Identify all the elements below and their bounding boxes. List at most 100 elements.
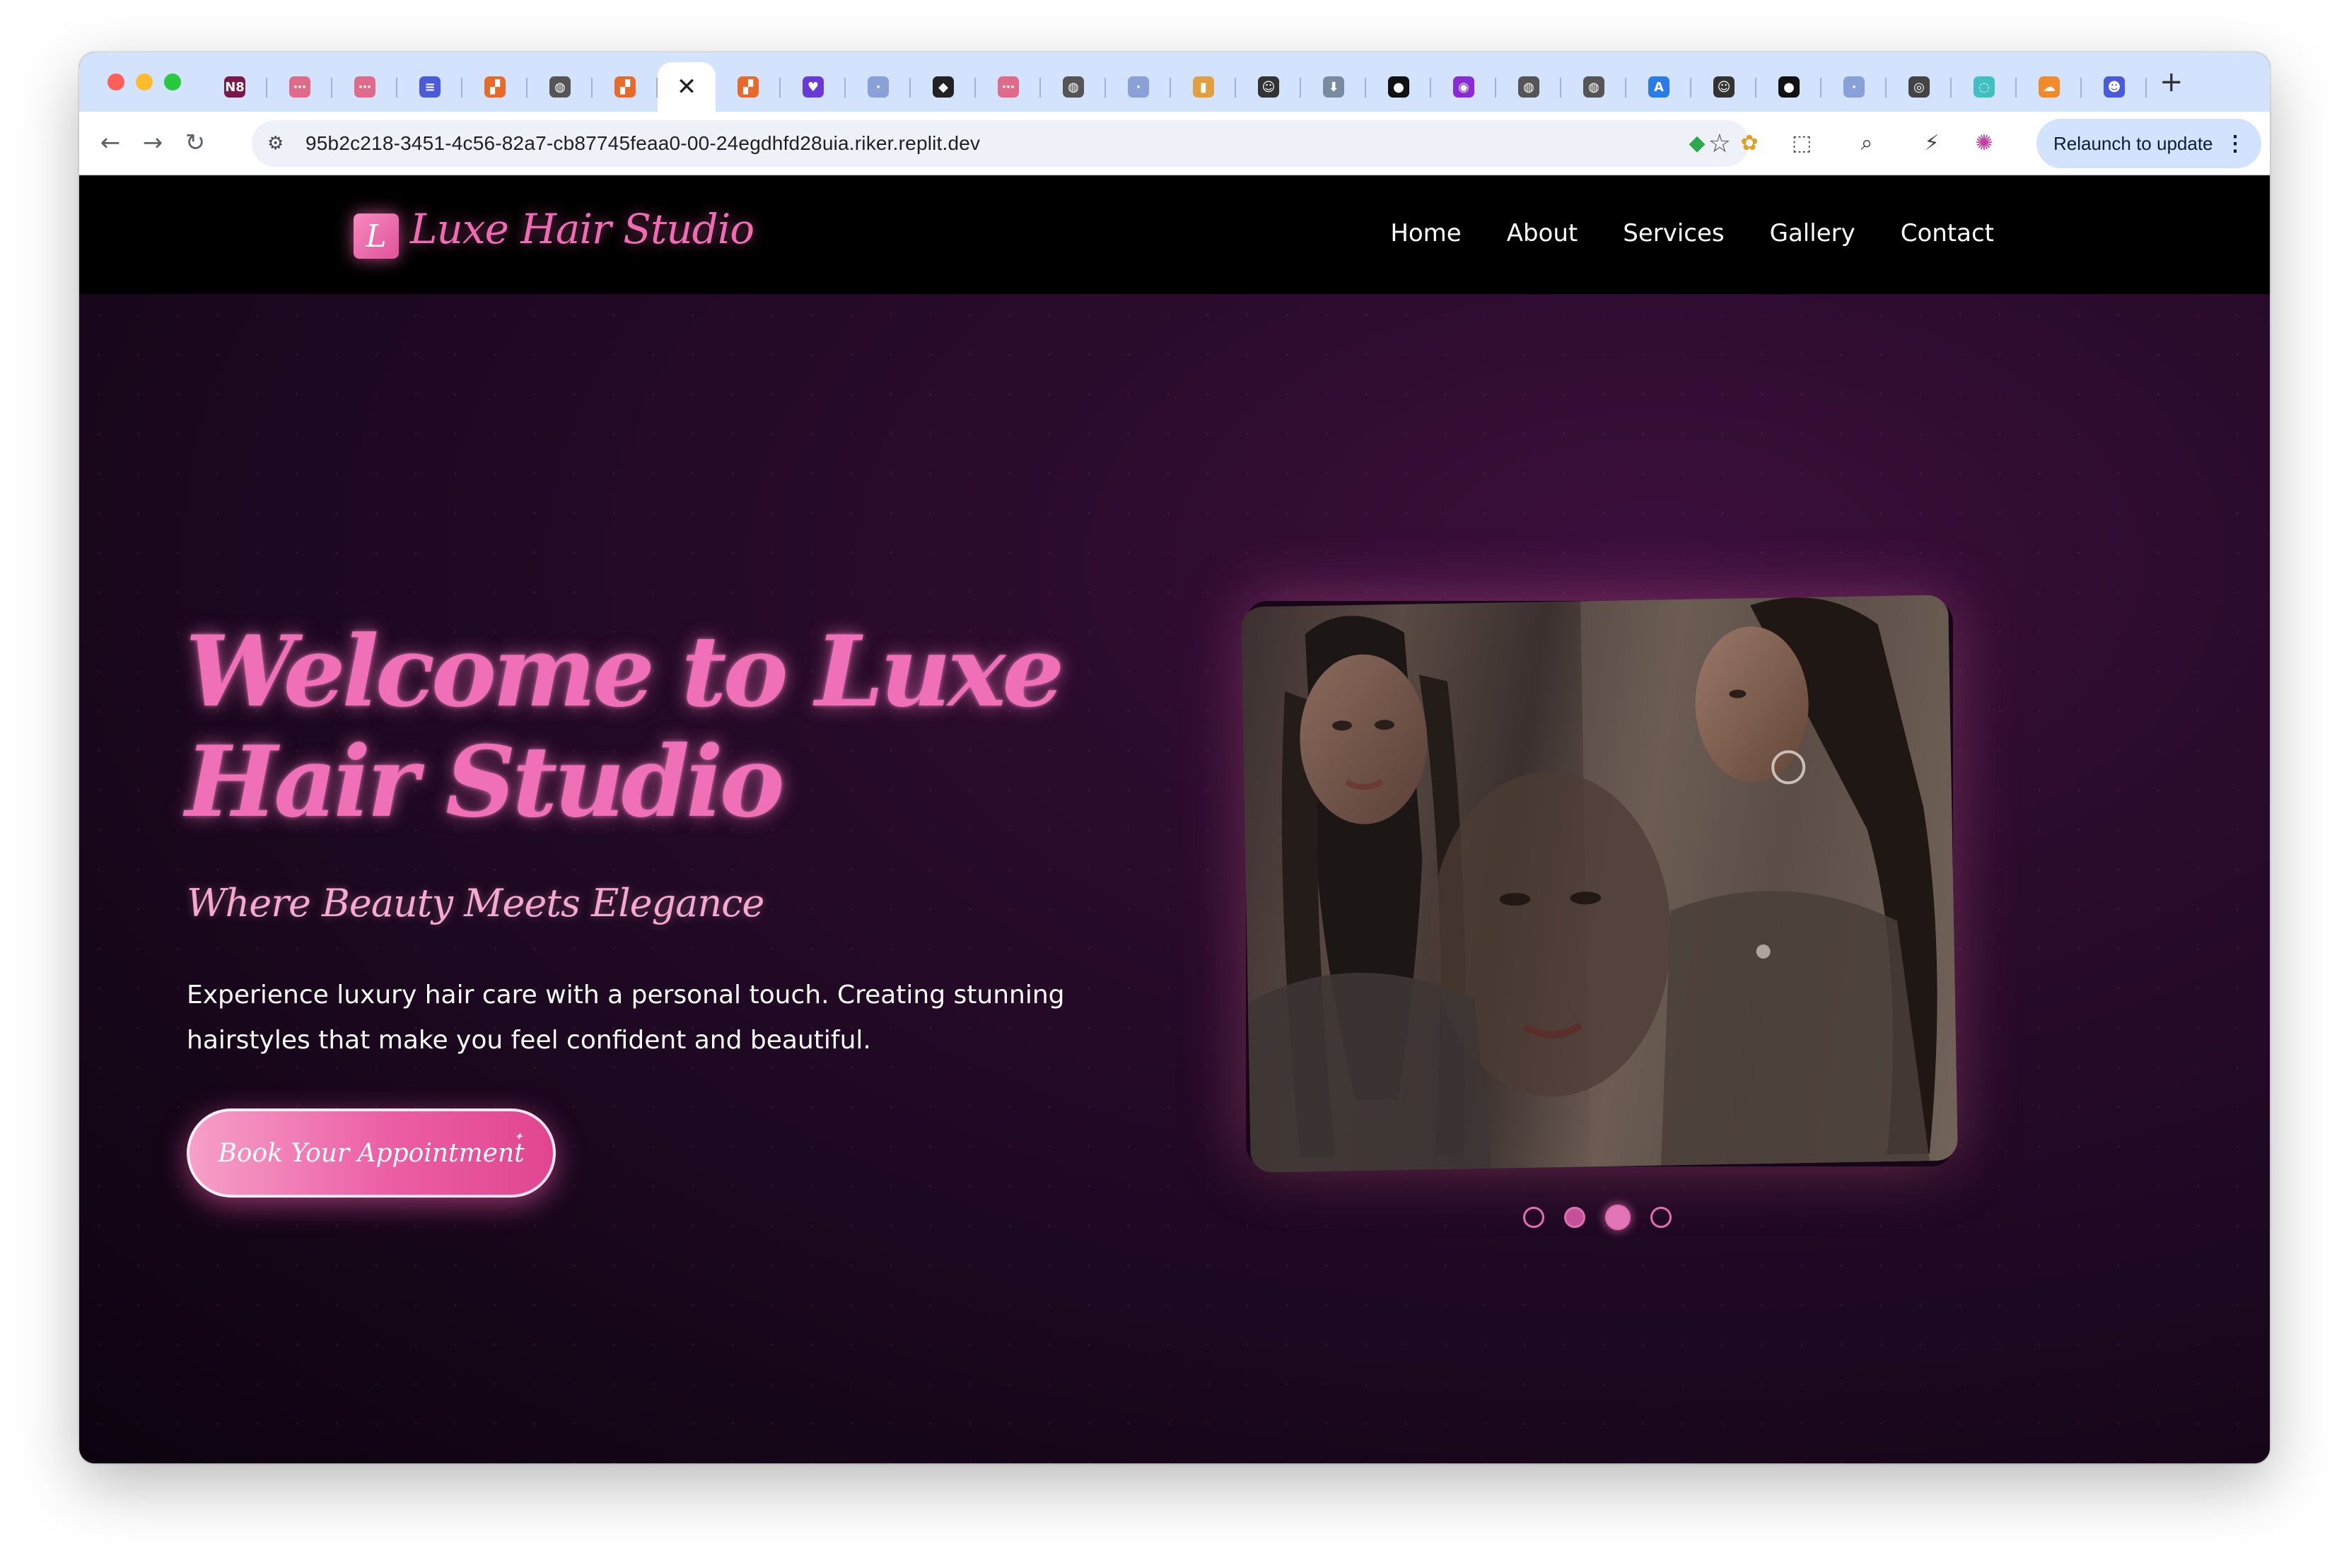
github-icon: ●	[1778, 76, 1800, 98]
browser-tab[interactable]: ◎	[1887, 62, 1952, 112]
browser-window: N8 ⋯ ⋯ ≡ ▞ ◍ ▞ ✕ ▞ ♥ · ◆ ⋯ ◍ · ▮ ☺ ⬇ ● ◉ ◍ ◍ A ☺ ● · ◎ ◌ ☁ ☻ + ← → ↻ …	[79, 52, 2270, 1463]
site-settings-icon[interactable]: ⚙	[267, 133, 296, 154]
browser-tab[interactable]: ▮	[1171, 62, 1236, 112]
extensions-puzzle-icon[interactable]: ⬚	[1783, 122, 1820, 164]
browser-tab[interactable]: ●	[1366, 62, 1431, 112]
extension-maps-icon[interactable]: ◆	[1679, 122, 1715, 164]
carousel-dot[interactable]	[1523, 1207, 1544, 1228]
nav-link-services[interactable]: Services	[1623, 219, 1724, 247]
browser-tab[interactable]: A	[1626, 62, 1691, 112]
chrome-icon: ◎	[1908, 76, 1930, 98]
browser-tab[interactable]: ☺	[1236, 62, 1301, 112]
tab-strip: N8 ⋯ ⋯ ≡ ▞ ◍ ▞ ✕ ▞ ♥ · ◆ ⋯ ◍ · ▮ ☺ ⬇ ● ◉ ◍ ◍ A ☺ ● · ◎ ◌ ☁ ☻ +	[79, 52, 2270, 112]
make-icon: ▞	[614, 76, 636, 98]
book-appointment-label: Book Your Appointment	[218, 1138, 525, 1168]
browser-tab[interactable]: ⋯	[976, 62, 1041, 112]
hero-image-braided-models	[1241, 595, 1958, 1173]
carousel-dot[interactable]	[1564, 1207, 1585, 1228]
relaunch-label: Relaunch to update	[2053, 132, 2213, 154]
browser-tab[interactable]: ·	[846, 62, 911, 112]
nav-link-gallery[interactable]: Gallery	[1770, 219, 1855, 247]
download-icon: ⬇	[1323, 76, 1344, 98]
avatar-icon: ☺	[1713, 76, 1735, 98]
book-appointment-button[interactable]: Book Your Appointment ✦	[187, 1108, 556, 1198]
mask-icon: ◆	[933, 76, 954, 98]
performance-icon[interactable]: ⚡	[1913, 122, 1950, 164]
github-icon: ●	[1388, 76, 1409, 98]
heart-shield-icon: ♥	[803, 76, 824, 98]
workflow-icon: ⋯	[998, 76, 1019, 98]
browser-tab[interactable]: ◍	[1496, 62, 1561, 112]
browser-tab[interactable]: ≡	[397, 62, 462, 112]
browser-tab[interactable]: ▞	[593, 62, 658, 112]
carousel-dot[interactable]	[1650, 1207, 1672, 1228]
dot-icon: ·	[868, 76, 889, 98]
back-icon[interactable]: ←	[89, 122, 132, 164]
browser-tab[interactable]: ●	[1756, 62, 1822, 112]
cloudflare-icon: ☁	[2039, 76, 2060, 98]
browser-tab[interactable]: ▞	[716, 62, 781, 112]
url-text[interactable]: 95b2c218-3451-4c56-82a7-cb87745feaa0-00-…	[305, 132, 980, 155]
browser-tab[interactable]: N8	[202, 62, 267, 112]
window-controls	[107, 74, 181, 90]
hero-photo-illustration	[1247, 595, 1958, 1173]
browser-tab[interactable]: ⋯	[332, 62, 397, 112]
browser-tab[interactable]: ⋯	[267, 62, 332, 112]
browser-tab[interactable]: ◉	[1431, 62, 1496, 112]
carousel-indicators	[1523, 1205, 1672, 1230]
workflow-icon: ⋯	[289, 76, 310, 98]
website-viewport: L Luxe Hair Studio Home About Services G…	[79, 177, 2270, 1463]
browser-tab[interactable]: ☁	[2017, 62, 2082, 112]
browser-tab[interactable]: ☻	[2082, 62, 2147, 112]
leaf-icon: ◌	[1974, 76, 1995, 98]
browser-tab[interactable]: ·	[1106, 62, 1171, 112]
close-window-button[interactable]	[107, 74, 124, 90]
n8n-icon: N8	[224, 76, 245, 98]
browser-toolbar: ← → ↻ ⚙ 95b2c218-3451-4c56-82a7-cb87745f…	[79, 112, 2270, 175]
browser-tab[interactable]: ◌	[1952, 62, 2017, 112]
new-tab-button[interactable]: +	[2159, 66, 2184, 98]
nav-links: Home About Services Gallery Contact	[1390, 219, 1994, 247]
nav-link-home[interactable]: Home	[1390, 219, 1461, 247]
carousel-dot-active[interactable]	[1605, 1205, 1631, 1230]
globe-icon: ◍	[549, 76, 571, 98]
nav-link-about[interactable]: About	[1507, 219, 1578, 247]
menu-dots-icon[interactable]: ⋮	[2225, 131, 2246, 156]
dot-icon: ·	[1128, 76, 1149, 98]
address-bar[interactable]: ⚙ 95b2c218-3451-4c56-82a7-cb87745feaa0-0…	[252, 120, 1749, 167]
browser-tab[interactable]: ·	[1822, 62, 1887, 112]
browser-tab[interactable]: ♥	[781, 62, 846, 112]
browser-tab[interactable]: ⬇	[1301, 62, 1366, 112]
globe-icon: ◍	[1063, 76, 1084, 98]
reload-icon[interactable]: ↻	[174, 122, 216, 164]
globe-icon: ◍	[1583, 76, 1604, 98]
sparkle-icon: ✦	[513, 1130, 523, 1143]
logo-text[interactable]: Luxe Hair Studio	[410, 205, 754, 253]
extensions-row: ◆ ✿ ⬚ ⌕ ⚡ ✺	[1679, 122, 2003, 164]
profile-avatar-icon[interactable]: ✺	[1966, 122, 2003, 164]
minimize-window-button[interactable]	[136, 74, 153, 90]
hero-image-frame	[1241, 595, 1958, 1173]
relaunch-button[interactable]: Relaunch to update ⋮	[2036, 119, 2261, 168]
browser-tab[interactable]: ◍	[527, 62, 593, 112]
maximize-window-button[interactable]	[164, 74, 181, 90]
close-icon[interactable]: ✕	[677, 73, 697, 101]
globe-icon: ◍	[1518, 76, 1539, 98]
nav-link-contact[interactable]: Contact	[1901, 219, 1994, 247]
extension-photos-icon[interactable]: ✿	[1731, 122, 1768, 164]
avatar-icon: ☺	[1258, 76, 1279, 98]
browser-tab[interactable]: ☺	[1691, 62, 1756, 112]
discord-icon: ☻	[2104, 76, 2125, 98]
hero-subtitle: Where Beauty Meets Elegance	[187, 881, 764, 925]
browser-tab[interactable]: ▞	[462, 62, 527, 112]
browser-tab[interactable]: ◆	[911, 62, 976, 112]
logo-icon[interactable]: L	[354, 213, 399, 259]
browser-tab[interactable]: ◍	[1041, 62, 1106, 112]
browser-tab[interactable]: ◍	[1561, 62, 1626, 112]
tab-search-icon[interactable]: ⌕	[1848, 122, 1885, 164]
doc-icon: ≡	[419, 76, 441, 98]
make-icon: ▞	[738, 76, 759, 98]
dot-icon: ·	[1843, 76, 1865, 98]
browser-tab[interactable]: ✕	[658, 62, 716, 112]
forward-icon[interactable]: →	[132, 122, 174, 164]
